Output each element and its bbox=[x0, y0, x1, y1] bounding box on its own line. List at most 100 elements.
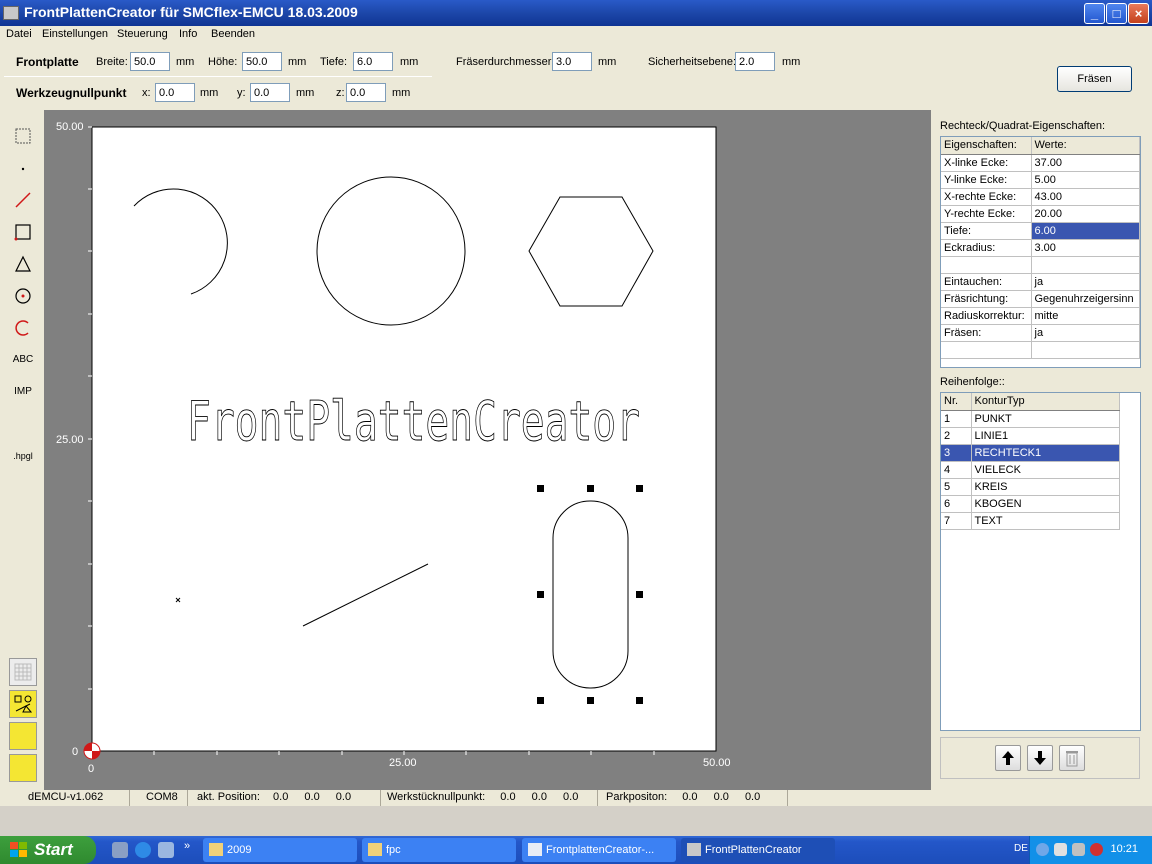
prop-value[interactable] bbox=[1031, 256, 1140, 274]
prop-value-selected[interactable]: 6.00 bbox=[1031, 222, 1140, 240]
text-tool[interactable]: ABC bbox=[9, 346, 37, 374]
move-down-button[interactable] bbox=[1027, 745, 1053, 771]
properties-row[interactable]: X-rechte Ecke: 43.00 bbox=[941, 188, 1140, 206]
fraeser-input[interactable] bbox=[552, 52, 592, 71]
sequence-nr: 3 bbox=[941, 444, 972, 462]
line-tool[interactable] bbox=[9, 186, 37, 214]
quicklaunch-more[interactable]: » bbox=[184, 840, 190, 852]
prop-value[interactable]: Gegenuhrzeigersinn bbox=[1031, 290, 1140, 308]
sicherheit-input[interactable] bbox=[735, 52, 775, 71]
properties-grid[interactable]: Eigenschaften: Werte: X-linke Ecke: 37.00… bbox=[940, 136, 1141, 368]
tiefe-input[interactable] bbox=[353, 52, 393, 71]
start-button[interactable]: Start bbox=[0, 836, 96, 864]
sequence-row[interactable]: 6 KBOGEN bbox=[941, 495, 1120, 513]
maximize-button[interactable]: □ bbox=[1106, 3, 1127, 24]
hpgl-tool[interactable]: .hpgl bbox=[9, 442, 37, 470]
properties-row[interactable]: X-linke Ecke: 37.00 bbox=[941, 154, 1140, 172]
menu-beenden[interactable]: Beenden bbox=[211, 28, 255, 40]
sequence-header-row: Nr. KonturTyp bbox=[941, 393, 1120, 411]
sequence-row[interactable]: 2 LINIE1 bbox=[941, 427, 1120, 445]
prop-value[interactable]: 3.00 bbox=[1031, 239, 1140, 257]
tray-network-icon[interactable] bbox=[1054, 843, 1067, 856]
circle-tool[interactable] bbox=[9, 282, 37, 310]
z-input[interactable] bbox=[346, 83, 386, 102]
prop-value[interactable]: ja bbox=[1031, 273, 1140, 291]
delete-button[interactable] bbox=[1059, 745, 1085, 771]
menu-einstellungen[interactable]: Einstellungen bbox=[42, 28, 108, 40]
task-document[interactable]: FrontplattenCreator-... bbox=[522, 838, 676, 862]
properties-row[interactable]: Y-rechte Ecke: 20.00 bbox=[941, 205, 1140, 223]
task-folder-fpc[interactable]: fpc bbox=[362, 838, 516, 862]
sequence-row-selected[interactable]: 3 RECHTECK1 bbox=[941, 444, 1120, 462]
quicklaunch-browser-icon[interactable] bbox=[135, 842, 151, 858]
menu-steuerung[interactable]: Steuerung bbox=[117, 28, 168, 40]
tray-expand-icon[interactable] bbox=[1036, 843, 1049, 856]
axis-x-end-label: 50.00 bbox=[703, 757, 731, 769]
fraeser-unit: mm bbox=[598, 56, 617, 68]
sequence-nr: 5 bbox=[941, 478, 972, 496]
properties-row[interactable]: Fräsrichtung: Gegenuhrzeigersinn bbox=[941, 290, 1140, 308]
drawing-canvas[interactable]: 50.00 25.00 0 0 25.00 50.00 FrontPlatten… bbox=[44, 110, 931, 790]
select-tool[interactable] bbox=[9, 122, 37, 150]
prop-name: Eckradius: bbox=[941, 239, 1032, 257]
properties-row[interactable] bbox=[941, 341, 1140, 359]
sequence-row[interactable]: 1 PUNKT bbox=[941, 410, 1120, 428]
arc-tool[interactable] bbox=[9, 314, 37, 342]
sequence-row[interactable]: 5 KREIS bbox=[941, 478, 1120, 496]
sequence-row[interactable]: 4 VIELECK bbox=[941, 461, 1120, 479]
polygon-tool[interactable] bbox=[9, 250, 37, 278]
move-up-button[interactable] bbox=[995, 745, 1021, 771]
rectangle-tool[interactable] bbox=[9, 218, 37, 246]
menu-datei[interactable]: Datei bbox=[6, 28, 32, 40]
properties-row[interactable]: Radiuskorrektur: mitte bbox=[941, 307, 1140, 325]
frontplatte-label: Frontplatte bbox=[16, 55, 79, 69]
prop-value[interactable]: mitte bbox=[1031, 307, 1140, 325]
properties-row[interactable]: Tiefe: 6.00 bbox=[941, 222, 1140, 240]
y-input[interactable] bbox=[250, 83, 290, 102]
tray-tool-icon[interactable] bbox=[1072, 843, 1085, 856]
akt-y: 0.0 bbox=[304, 791, 320, 803]
sequence-nr: 2 bbox=[941, 427, 972, 445]
triangle-icon bbox=[15, 255, 31, 272]
task-folder-2009[interactable]: 2009 bbox=[203, 838, 357, 862]
close-button[interactable]: × bbox=[1128, 3, 1149, 24]
sequence-row[interactable]: 7 TEXT bbox=[941, 512, 1120, 530]
shapes-toggle[interactable] bbox=[9, 690, 37, 718]
color-toggle-2[interactable] bbox=[9, 754, 37, 782]
point-tool[interactable] bbox=[9, 154, 37, 182]
properties-row[interactable]: Eintauchen: ja bbox=[941, 273, 1140, 291]
color-toggle-1[interactable] bbox=[9, 722, 37, 750]
select-rectangle-icon bbox=[15, 128, 31, 144]
task-frontplattencreator[interactable]: FrontPlattenCreator bbox=[681, 838, 835, 862]
import-tool[interactable]: IMP bbox=[9, 378, 37, 406]
drawing-canvas-area[interactable]: 50.00 25.00 0 0 25.00 50.00 FrontPlatten… bbox=[44, 110, 931, 790]
prop-value[interactable]: 37.00 bbox=[1031, 154, 1140, 172]
y-unit: mm bbox=[296, 87, 315, 99]
prop-name: Fräsrichtung: bbox=[941, 290, 1032, 308]
prop-value[interactable]: 5.00 bbox=[1031, 171, 1140, 189]
akt-x: 0.0 bbox=[273, 791, 289, 803]
fraesen-button[interactable]: Fräsen bbox=[1057, 66, 1132, 92]
quicklaunch-desktop-icon[interactable] bbox=[112, 842, 128, 858]
properties-row[interactable]: Y-linke Ecke: 5.00 bbox=[941, 171, 1140, 189]
x-input[interactable] bbox=[155, 83, 195, 102]
grid-toggle[interactable] bbox=[9, 658, 37, 686]
tray-security-icon[interactable] bbox=[1090, 843, 1103, 856]
prop-value[interactable]: 20.00 bbox=[1031, 205, 1140, 223]
language-indicator[interactable]: DE bbox=[1014, 843, 1028, 854]
quicklaunch-media-icon[interactable] bbox=[158, 842, 174, 858]
task-label: FrontPlattenCreator bbox=[705, 844, 802, 856]
rectangle-icon bbox=[14, 224, 31, 241]
properties-row[interactable]: Fräsen: ja bbox=[941, 324, 1140, 342]
prop-value[interactable]: 43.00 bbox=[1031, 188, 1140, 206]
sequence-list[interactable]: Nr. KonturTyp 1 PUNKT 2 LINIE1 3 RECHTECK1 … bbox=[940, 392, 1141, 731]
properties-row[interactable] bbox=[941, 256, 1140, 274]
engraved-text[interactable]: FrontPlattenCreator bbox=[187, 390, 641, 454]
menu-info[interactable]: Info bbox=[179, 28, 197, 40]
properties-row[interactable]: Eckradius: 3.00 bbox=[941, 239, 1140, 257]
minimize-button[interactable]: _ bbox=[1084, 3, 1105, 24]
prop-value[interactable]: ja bbox=[1031, 324, 1140, 342]
prop-value[interactable] bbox=[1031, 341, 1140, 359]
breite-input[interactable] bbox=[130, 52, 170, 71]
hoehe-input[interactable] bbox=[242, 52, 282, 71]
